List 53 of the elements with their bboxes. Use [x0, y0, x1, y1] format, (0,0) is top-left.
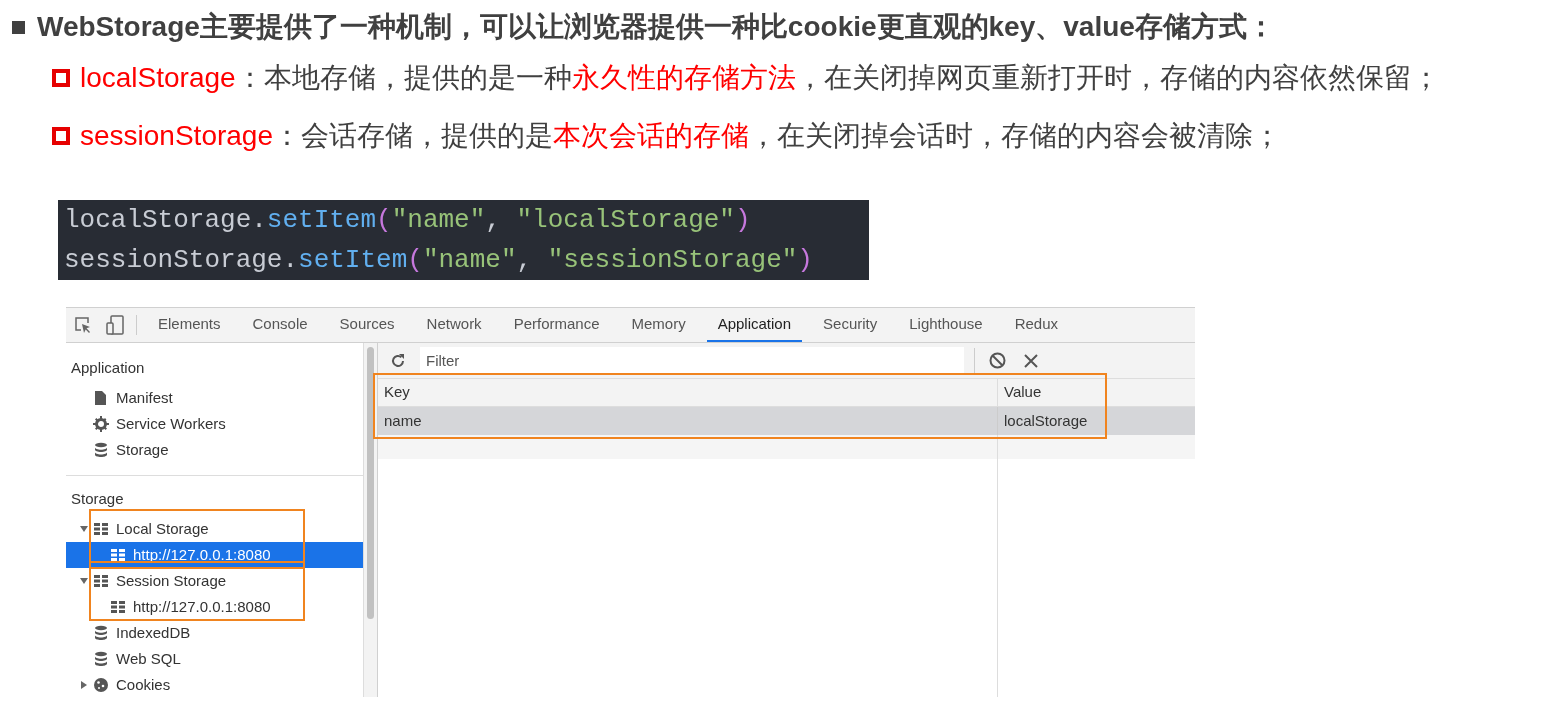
bullet-text: localStorage：本地存储，提供的是一种永久性的存储方法，在关闭掉网页重新打开时，存储的内容依然保留；	[80, 61, 1440, 95]
disclosure-arrow-icon[interactable]	[80, 681, 88, 689]
devtools-tab[interactable]: Network	[415, 308, 493, 342]
tree-item[interactable]: Service Workers	[66, 411, 363, 437]
tree-item[interactable]: Storage	[66, 437, 363, 463]
gear-icon	[93, 416, 109, 432]
column-header[interactable]: Value	[997, 379, 1195, 406]
disclosure-arrow-icon[interactable]	[80, 525, 88, 533]
cookie-icon	[93, 677, 109, 693]
bullet-icon	[12, 20, 25, 34]
section-title: Storage	[70, 488, 125, 509]
table-icon	[93, 573, 109, 589]
database-icon	[93, 442, 109, 458]
tree-item[interactable]: http://127.0.0.1:8080	[66, 542, 363, 568]
inspect-icon[interactable]	[74, 316, 92, 334]
code-line: sessionStorage.setItem("name", "sessionStorage")	[64, 244, 814, 277]
bullet-text: sessionStorage：会话存储，提供的是本次会话的存储，在关闭掉会话时，存储的内容会被清除；	[80, 119, 1281, 153]
devtools-tab[interactable]: Console	[241, 308, 319, 342]
table-row[interactable]: name localStorage	[378, 407, 1195, 435]
tree-item[interactable]: Manifest	[66, 385, 363, 411]
section-title: Application	[70, 357, 146, 378]
file-icon	[93, 390, 109, 406]
devtools-tab[interactable]: Security	[812, 308, 889, 342]
database-icon	[93, 625, 109, 641]
bullet-icon	[52, 127, 70, 145]
disclosure-arrow-icon[interactable]	[80, 577, 88, 585]
devtools-tab[interactable]: Memory	[620, 308, 697, 342]
bullet-icon	[52, 69, 70, 87]
tree-item[interactable]: Cookies	[66, 672, 363, 698]
devtools-tab[interactable]: Lighthouse	[898, 308, 994, 342]
column-header[interactable]: Key	[378, 379, 997, 406]
devtools-tab[interactable]: Elements	[147, 308, 232, 342]
table-icon	[110, 599, 126, 615]
devtools-tab[interactable]: Performance	[502, 308, 611, 342]
scrollbar[interactable]	[363, 343, 377, 697]
code-line: localStorage.setItem("name", "localStorage")	[64, 204, 752, 237]
devtools-tab[interactable]: Sources	[328, 308, 406, 342]
device-icon[interactable]	[106, 315, 124, 335]
close-icon[interactable]	[1024, 353, 1038, 368]
tree-item[interactable]: IndexedDB	[66, 620, 363, 646]
tree-item[interactable]: Session Storage	[66, 568, 363, 594]
block-icon[interactable]	[989, 352, 1006, 369]
tree-item[interactable]: http://127.0.0.1:8080	[66, 594, 363, 620]
table-icon	[110, 547, 126, 563]
refresh-icon[interactable]	[390, 352, 406, 369]
heading: WebStorage主要提供了一种机制，可以让浏览器提供一种比cookie更直观的key、value存储方式：	[37, 10, 1275, 44]
tree-item[interactable]: Local Storage	[66, 516, 363, 542]
table-icon	[93, 521, 109, 537]
tree-item[interactable]: Web SQL	[66, 646, 363, 672]
database-icon	[93, 651, 109, 667]
filter-field[interactable]: Filter	[420, 347, 964, 374]
table-cell-text: name	[383, 410, 423, 431]
devtools-tab[interactable]: Redux	[1003, 308, 1069, 342]
